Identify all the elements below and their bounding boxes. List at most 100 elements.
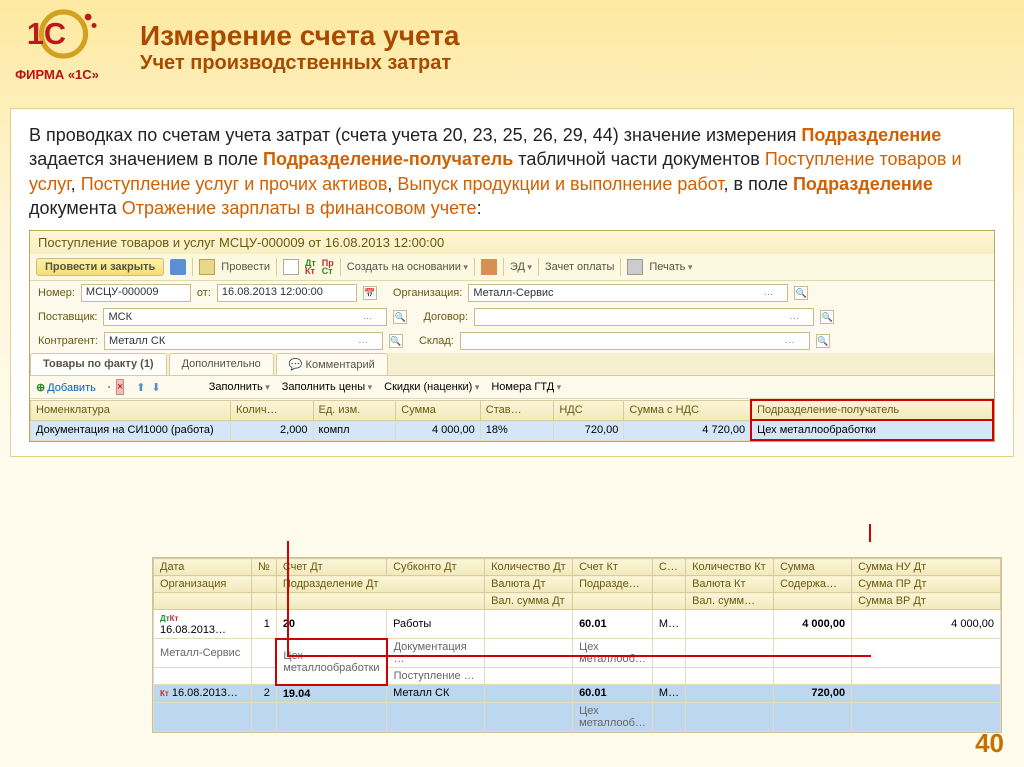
r1b-deptkt[interactable]: Цех металлооб… — [573, 639, 653, 668]
r1-sum[interactable]: 4 000,00 — [774, 610, 852, 639]
rh-n[interactable]: № — [252, 559, 277, 576]
add-row-button[interactable]: ⊕Добавить — [36, 381, 96, 394]
hdr-sum[interactable]: Сумма — [396, 400, 481, 420]
report-icon[interactable] — [283, 259, 299, 275]
contract-lookup-icon[interactable]: 🔍 — [820, 310, 834, 324]
org-select[interactable]: Металл-Сервис — [468, 284, 788, 302]
book-icon[interactable] — [481, 259, 497, 275]
r2-dt[interactable]: 19.04 — [276, 685, 386, 703]
save-icon[interactable] — [170, 259, 186, 275]
rh-valsum[interactable]: Вал. сумма Дт — [485, 593, 573, 610]
dtkt-icon[interactable]: ДтКт — [305, 259, 316, 275]
num-label: Номер: — [38, 287, 75, 299]
hdr-sum-vat[interactable]: Сумма с НДС — [624, 400, 751, 420]
date-input[interactable]: 16.08.2013 12:00:00 — [217, 284, 357, 302]
r1b-org[interactable]: Металл-Сервис — [154, 639, 252, 668]
rh-qtydt[interactable]: Количество Дт — [485, 559, 573, 576]
contract-select[interactable] — [474, 308, 814, 326]
r2-n[interactable]: 2 — [252, 685, 277, 703]
tab-additional[interactable]: Дополнительно — [169, 353, 274, 375]
hdr-rate[interactable]: Став… — [480, 400, 554, 420]
r1-n[interactable]: 1 — [252, 610, 277, 639]
rh-org[interactable]: Организация — [154, 576, 252, 593]
cell-sum-vat[interactable]: 4 720,00 — [624, 420, 751, 440]
print-icon[interactable] — [627, 259, 643, 275]
hdr-unit[interactable]: Ед. изм. — [313, 400, 396, 420]
create-based-button[interactable]: Создать на основании — [347, 261, 468, 273]
rh-cur[interactable]: Валюта Дт — [485, 576, 573, 593]
contragent-select[interactable]: Металл СК — [104, 332, 383, 350]
r1-kt[interactable]: 60.01 — [573, 610, 653, 639]
down-icon[interactable]: ⬇ — [152, 381, 161, 394]
r2-s[interactable]: М… — [652, 685, 685, 703]
org-label: Организация: — [393, 287, 462, 299]
cell-unit[interactable]: компл — [313, 420, 396, 440]
rh-valsumkt[interactable]: Вал. сумм… — [686, 593, 774, 610]
cell-rate[interactable]: 18% — [480, 420, 554, 440]
stock-select[interactable] — [460, 332, 810, 350]
rh-sum[interactable]: Сумма — [774, 559, 852, 576]
cell-nom[interactable]: Документация на СИ1000 (работа) — [31, 420, 231, 440]
grid-toolbar: ⊕Добавить × ⬆ ⬇ Заполнить Заполнить цены… — [30, 376, 994, 399]
ed-button[interactable]: ЭД — [510, 261, 532, 273]
dtkt2-icon[interactable]: ПрСт — [322, 259, 334, 275]
hdr-nomenclature[interactable]: Номенклатура — [31, 400, 231, 420]
calendar-icon[interactable]: 📅 — [363, 286, 377, 300]
rh-kt[interactable]: Счет Кт — [573, 559, 653, 576]
cell-sum[interactable]: 4 000,00 — [396, 420, 481, 440]
rh-sub[interactable]: Субконто Дт — [387, 559, 485, 576]
r1-date[interactable]: ДтКт 16.08.2013… — [154, 610, 252, 639]
offset-button[interactable]: Зачет оплаты — [545, 261, 614, 273]
fill-prices-button[interactable]: Заполнить цены — [282, 381, 372, 393]
doc-icon[interactable] — [199, 259, 215, 275]
supplier-lookup-icon[interactable]: 🔍 — [393, 310, 407, 324]
supplier-select[interactable]: МСК — [103, 308, 387, 326]
r1b-sub[interactable]: Документация … — [387, 639, 485, 668]
hdr-qty[interactable]: Колич… — [231, 400, 314, 420]
rh-qtykt[interactable]: Количество Кт — [686, 559, 774, 576]
r1-dt[interactable]: 20 — [276, 610, 386, 639]
gtd-button[interactable]: Номера ГТД — [491, 381, 561, 393]
print-button[interactable]: Печать — [649, 261, 692, 273]
rh-sumvr[interactable]: Сумма ВР Дт — [852, 593, 1001, 610]
post-button[interactable]: Провести — [221, 261, 270, 273]
discounts-button[interactable]: Скидки (наценки) — [384, 381, 479, 393]
r1-sumnu[interactable]: 4 000,00 — [852, 610, 1001, 639]
r2-sum[interactable]: 720,00 — [774, 685, 852, 703]
r2-sub[interactable]: Металл СК — [387, 685, 485, 703]
r2-date[interactable]: Кт 16.08.2013… — [154, 685, 252, 703]
r1-sub[interactable]: Работы — [387, 610, 485, 639]
contract-label: Договор: — [423, 311, 468, 323]
hdr-vat[interactable]: НДС — [554, 400, 624, 420]
num-input[interactable]: МСЦУ-000009 — [81, 284, 191, 302]
cell-vat[interactable]: 720,00 — [554, 420, 624, 440]
rh-sumnu[interactable]: Сумма НУ Дт — [852, 559, 1001, 576]
cell-dept[interactable]: Цех металлообработки — [751, 420, 993, 440]
rh-deptkt[interactable]: Подразде… — [573, 576, 653, 593]
hdr-dept[interactable]: Подразделение-получатель — [751, 400, 993, 420]
post-and-close-button[interactable]: Провести и закрыть — [36, 258, 164, 276]
org-lookup-icon[interactable]: 🔍 — [794, 286, 808, 300]
delete-icon[interactable]: × — [116, 379, 124, 395]
contragent-lookup-icon[interactable]: 🔍 — [389, 334, 403, 348]
rh-s[interactable]: С… — [652, 559, 685, 576]
r1-s[interactable]: М… — [652, 610, 685, 639]
stock-lookup-icon[interactable]: 🔍 — [816, 334, 830, 348]
copy-icon[interactable] — [108, 386, 110, 388]
rh-deptdt[interactable]: Подразделение Дт — [276, 576, 484, 593]
r1b-deptdt[interactable]: Цех металлообработки — [276, 639, 386, 685]
rh-sumpr[interactable]: Сумма ПР Дт — [852, 576, 1001, 593]
r2-kt[interactable]: 60.01 — [573, 685, 653, 703]
tab-goods[interactable]: Товары по факту (1) — [30, 353, 167, 375]
cell-qty[interactable]: 2,000 — [231, 420, 314, 440]
rh-dt[interactable]: Счет Дт — [276, 559, 386, 576]
rh-date[interactable]: Дата — [154, 559, 252, 576]
rh-curkt[interactable]: Валюта Кт — [686, 576, 774, 593]
up-icon[interactable]: ⬆ — [136, 381, 145, 394]
r2b-deptkt[interactable]: Цех металлооб… — [573, 702, 653, 731]
fill-button[interactable]: Заполнить — [209, 381, 270, 393]
tabs: Товары по факту (1) Дополнительно 💬 Комм… — [30, 353, 994, 376]
rh-cont[interactable]: Содержа… — [774, 576, 852, 593]
r1c-sub[interactable]: Поступление … — [387, 668, 485, 685]
tab-comment[interactable]: 💬 Комментарий — [276, 353, 388, 375]
